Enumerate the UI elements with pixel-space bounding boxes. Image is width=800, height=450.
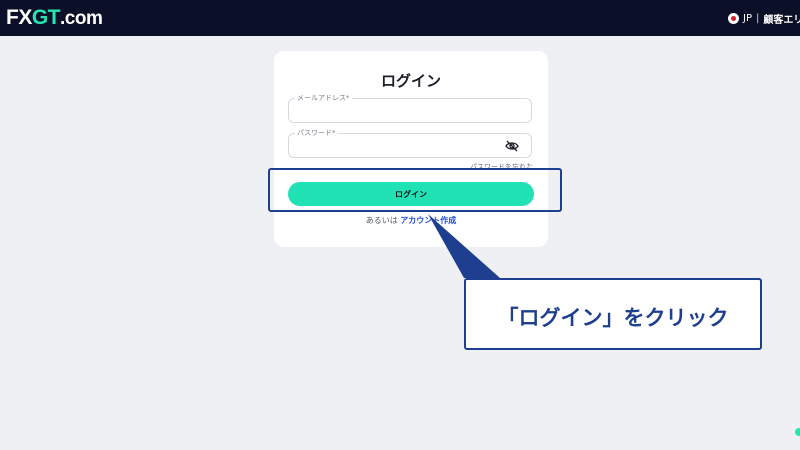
password-field-label: パスワード*	[295, 128, 338, 138]
password-input[interactable]	[295, 138, 499, 156]
email-input[interactable]	[295, 103, 499, 121]
create-account-link[interactable]: アカウント作成	[400, 216, 456, 225]
callout-text: 「ログイン」をクリック	[497, 306, 729, 330]
login-button-highlight	[268, 168, 562, 212]
chat-widget-icon[interactable]	[795, 428, 800, 436]
login-title: ログイン	[380, 72, 441, 90]
create-account-row: あるいは アカウント作成	[274, 215, 548, 226]
instruction-callout: 「ログイン」をクリック	[464, 278, 762, 350]
password-field[interactable]: パスワード*	[288, 128, 532, 158]
japan-flag-icon	[728, 12, 739, 24]
logo-gt: GT	[31, 6, 61, 29]
email-field[interactable]: メールアドレス*	[288, 93, 532, 123]
login-card: ログイン メールアドレス* パスワード* パスワードを忘れた ログイン あるいは…	[274, 51, 548, 247]
logo-dotcom: .com	[60, 8, 103, 29]
email-field-label: メールアドレス*	[295, 93, 352, 103]
logo-fx: FX	[6, 6, 32, 29]
language-selector[interactable]: JP | 顧客エリ	[728, 10, 800, 26]
eye-slash-icon[interactable]	[505, 140, 519, 152]
alt-prefix-text: あるいは	[365, 216, 398, 225]
header-separator: |	[755, 12, 760, 24]
fxgt-logo[interactable]: FXGT.com	[6, 6, 103, 30]
top-navigation-bar: FXGT.com JP | 顧客エリ	[0, 0, 800, 36]
language-code: JP	[743, 12, 752, 24]
client-area-link[interactable]: 顧客エリ	[763, 11, 800, 26]
